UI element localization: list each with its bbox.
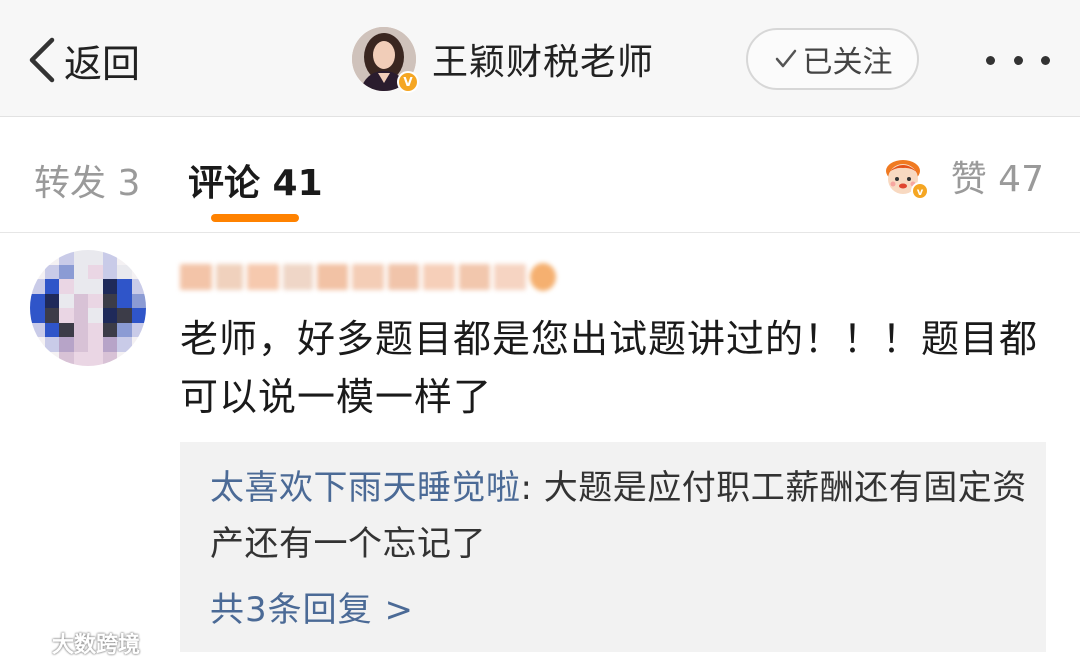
- back-button[interactable]: 返回: [26, 34, 140, 86]
- profile-name[interactable]: 王颖财税老师: [432, 33, 654, 85]
- tab-like[interactable]: v 赞 47: [881, 148, 1044, 204]
- reply-separator: :: [520, 468, 544, 508]
- tab-comment[interactable]: 评论 41: [188, 154, 323, 206]
- active-tab-indicator: [211, 214, 299, 222]
- reply-preview-box[interactable]: 太喜欢下雨天睡觉啦: 大题是应付职工薪酬还有固定资产还有一个忘记了 共3条回复 …: [180, 442, 1046, 652]
- tab-repost[interactable]: 转发 3: [34, 154, 140, 206]
- checkmark-icon: [775, 49, 796, 68]
- avatar[interactable]: V: [352, 27, 419, 93]
- svg-text:v: v: [916, 187, 923, 198]
- watermark: 大数跨境: [10, 628, 140, 658]
- commenter-avatar[interactable]: [30, 250, 146, 366]
- chevron-left-icon: [29, 37, 55, 83]
- view-replies-link[interactable]: 共3条回复 >: [210, 582, 414, 631]
- reply-author[interactable]: 太喜欢下雨天睡觉啦: [210, 468, 521, 508]
- pixelated-avatar-image: [30, 250, 146, 366]
- profile-info[interactable]: V 王颖财税老师: [352, 26, 654, 93]
- comment-text: 老师，好多题目都是您出试题讲过的！！！题目都可以说一模一样了: [180, 317, 1039, 419]
- top-nav-bar: 返回 V 王颖财税老师 已关注: [0, 0, 1080, 117]
- reply-preview: 太喜欢下雨天睡觉啦: 大题是应付职工薪酬还有固定资产还有一个忘记了: [210, 460, 1030, 572]
- watermark-logo-icon: [12, 631, 48, 653]
- back-label: 返回: [64, 41, 141, 86]
- like-mascot-icon: v: [881, 151, 931, 201]
- watermark-text: 大数跨境: [52, 633, 141, 658]
- like-count: 赞 47: [950, 159, 1044, 200]
- more-dots-icon[interactable]: [986, 48, 1050, 72]
- commenter-name-blurred[interactable]: [180, 256, 560, 298]
- tab-bar: 转发 3 评论 41 v 赞 47: [0, 118, 1080, 233]
- verified-badge: V: [397, 71, 419, 93]
- following-label: 已关注: [802, 45, 893, 80]
- following-button[interactable]: 已关注: [746, 28, 919, 90]
